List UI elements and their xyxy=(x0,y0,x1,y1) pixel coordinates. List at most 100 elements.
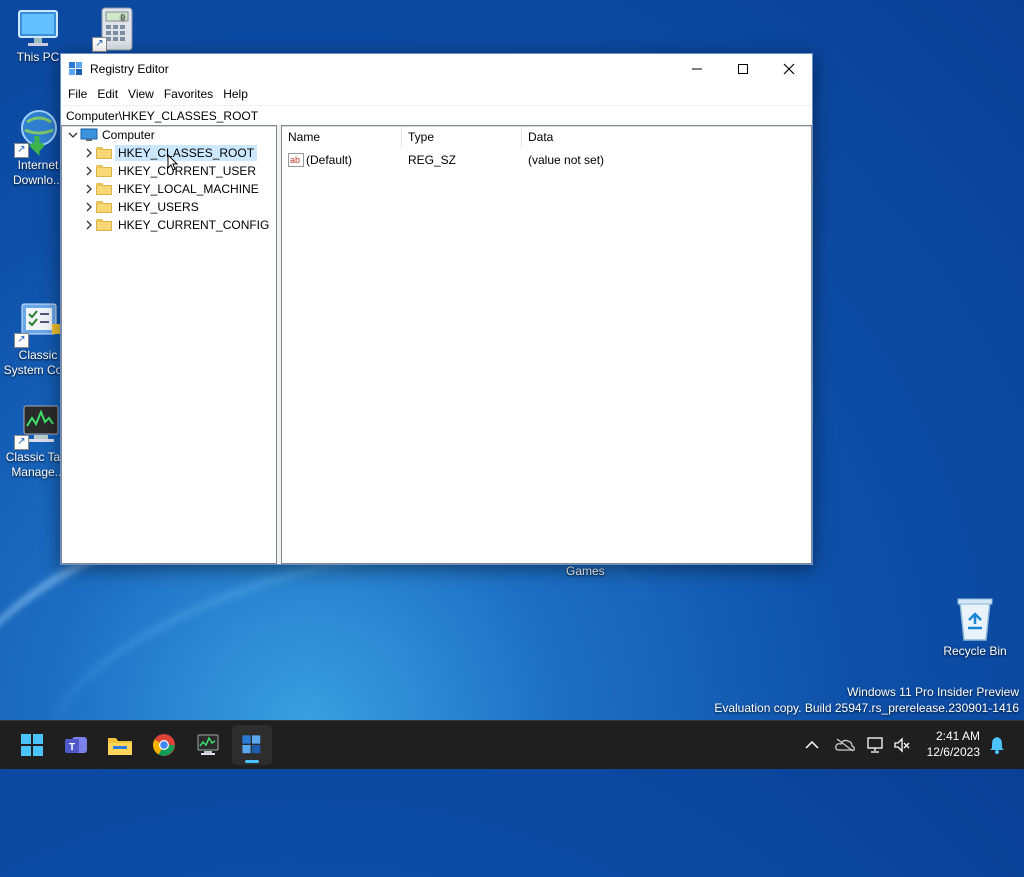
panes: Computer HKEY_CLASSES_ROOT HKEY_CURRENT_… xyxy=(61,125,812,564)
menu-bar: File Edit View Favorites Help xyxy=(61,83,812,105)
maximize-icon xyxy=(738,63,748,74)
taskbar-clock[interactable]: 2:41 AM 12/6/2023 xyxy=(927,728,980,760)
close-button[interactable] xyxy=(766,54,812,83)
chevron-right-icon[interactable] xyxy=(82,184,96,194)
minimize-button[interactable] xyxy=(674,54,720,83)
chevron-right-icon[interactable] xyxy=(82,202,96,212)
menu-edit[interactable]: Edit xyxy=(92,87,123,101)
value-data: (value not set) xyxy=(528,153,605,167)
teams-icon: T xyxy=(65,737,87,753)
tree-item-label: HKEY_LOCAL_MACHINE xyxy=(118,182,259,196)
computer-icon xyxy=(80,128,98,141)
close-icon xyxy=(783,63,795,74)
network-icon xyxy=(867,737,883,753)
chrome-icon xyxy=(153,734,175,756)
tree-item-label: HKEY_USERS xyxy=(118,200,199,214)
menu-favorites[interactable]: Favorites xyxy=(159,87,218,101)
menu-view[interactable]: View xyxy=(123,87,159,101)
taskbar-chrome[interactable] xyxy=(144,725,184,765)
taskbar-teams[interactable]: T xyxy=(56,725,96,765)
value-data-cell: (value not set) xyxy=(528,150,604,170)
desktop-icon-calculator[interactable]: 0 ↗ xyxy=(78,6,154,52)
value-name: (Default) xyxy=(306,153,353,167)
desktop-icon-games-label[interactable]: Games xyxy=(566,564,605,578)
value-type: REG_SZ xyxy=(408,153,457,167)
onedrive-offline-icon xyxy=(835,738,855,752)
desktop-icon-label: Recycle Bin xyxy=(943,644,1007,658)
shortcut-arrow-icon: ↗ xyxy=(14,333,29,348)
chevron-right-icon[interactable] xyxy=(82,166,96,176)
folder-icon xyxy=(96,147,112,159)
chevron-right-icon[interactable] xyxy=(82,148,96,158)
value-row[interactable]: ab (Default) xyxy=(288,150,352,170)
tray-network[interactable] xyxy=(864,721,888,769)
column-header-type[interactable]: Type xyxy=(402,126,522,148)
recycle-bin-icon xyxy=(957,598,993,641)
address-path: Computer\HKEY_CLASSES_ROOT xyxy=(66,109,259,123)
svg-text:ab: ab xyxy=(290,155,300,165)
file-explorer-icon xyxy=(108,738,132,755)
maximize-button[interactable] xyxy=(720,54,766,83)
clock-time: 2:41 AM xyxy=(935,729,980,743)
volume-muted-icon xyxy=(894,737,910,753)
tree-item-computer[interactable]: Computer xyxy=(66,126,155,144)
tree-item-hkey-current-config[interactable]: HKEY_CURRENT_CONFIG xyxy=(82,216,269,234)
column-header-label: Data xyxy=(528,130,554,144)
tree-item-label: HKEY_CLASSES_ROOT xyxy=(115,145,258,161)
chevron-right-icon[interactable] xyxy=(82,220,96,230)
column-header-label: Name xyxy=(288,130,321,144)
taskbar: T 2:41 AM 12/6/2023 xyxy=(0,720,1024,769)
address-bar[interactable]: Computer\HKEY_CLASSES_ROOT xyxy=(61,105,812,127)
chevron-down-icon[interactable] xyxy=(66,130,80,140)
notifications-button[interactable] xyxy=(984,721,1010,769)
tray-volume[interactable] xyxy=(890,721,914,769)
shortcut-arrow-icon: ↗ xyxy=(92,37,107,52)
column-header-label: Type xyxy=(408,130,435,144)
desktop-icon-recycle-bin[interactable]: Recycle Bin xyxy=(936,596,1014,659)
chevron-up-icon xyxy=(805,740,819,749)
tree-item-label: HKEY_CURRENT_CONFIG xyxy=(118,218,270,232)
desktop-icon-label: This PC xyxy=(16,50,60,64)
watermark-build: Evaluation copy. Build 25947.rs_prerelea… xyxy=(714,701,1019,715)
shortcut-arrow-icon: ↗ xyxy=(14,143,29,158)
active-app-indicator xyxy=(245,760,259,763)
values-list: Name Type Data ab (Default) REG_SZ (valu… xyxy=(281,125,812,564)
bell-icon xyxy=(990,737,1004,754)
taskbar-file-explorer[interactable] xyxy=(100,725,140,765)
tree-item-label: Computer xyxy=(102,128,155,142)
registry-editor-icon xyxy=(69,61,82,75)
folder-icon xyxy=(96,183,112,195)
minimize-icon xyxy=(692,68,702,69)
registry-editor-icon xyxy=(242,735,261,754)
folder-icon xyxy=(96,165,112,177)
svg-text:T: T xyxy=(69,742,75,753)
tray-onedrive[interactable] xyxy=(832,721,858,769)
tree-item-label: HKEY_CURRENT_USER xyxy=(118,164,257,178)
monitor-icon xyxy=(18,10,58,46)
menu-help[interactable]: Help xyxy=(218,87,253,101)
start-button[interactable] xyxy=(12,725,52,765)
column-header-name[interactable]: Name xyxy=(282,126,402,148)
mouse-cursor-icon xyxy=(167,154,179,171)
show-hidden-icons-button[interactable] xyxy=(800,721,824,769)
shortcut-arrow-icon: ↗ xyxy=(14,435,29,450)
tree-item-hkey-local-machine[interactable]: HKEY_LOCAL_MACHINE xyxy=(82,180,259,198)
folder-icon xyxy=(96,219,112,231)
svg-text:0: 0 xyxy=(121,13,126,22)
taskbar-task-manager[interactable] xyxy=(188,725,228,765)
registry-editor-window: Registry Editor File Edit View Favorites… xyxy=(60,53,813,565)
task-manager-icon xyxy=(197,734,219,755)
clock-date: 12/6/2023 xyxy=(926,745,980,759)
window-title: Registry Editor xyxy=(90,61,169,76)
taskbar-registry-editor[interactable] xyxy=(232,725,272,765)
watermark-edition: Windows 11 Pro Insider Preview xyxy=(847,685,1019,699)
menu-file[interactable]: File xyxy=(63,87,92,101)
column-header-data[interactable]: Data xyxy=(522,126,722,148)
string-value-icon: ab xyxy=(288,153,304,167)
value-type-cell: REG_SZ xyxy=(408,150,456,170)
folder-icon xyxy=(96,201,112,213)
title-bar[interactable]: Registry Editor xyxy=(61,54,812,83)
tree-item-hkey-users[interactable]: HKEY_USERS xyxy=(82,198,199,216)
start-icon xyxy=(21,734,43,756)
key-tree: Computer HKEY_CLASSES_ROOT HKEY_CURRENT_… xyxy=(61,125,277,564)
